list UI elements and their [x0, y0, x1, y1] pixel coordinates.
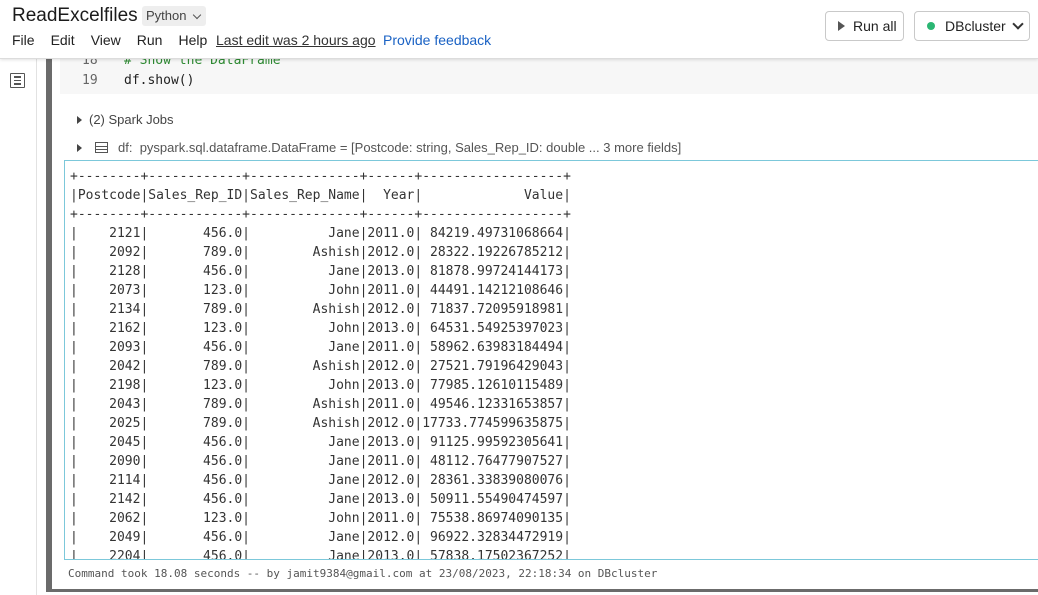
output-row: | 2090| 456.0| Jane|2011.0| 48112.764779… — [70, 454, 571, 469]
output-row: | 2092| 789.0| Ashish|2012.0| 28322.1922… — [70, 245, 571, 260]
cell-selection-bar — [46, 58, 52, 592]
provide-feedback-link[interactable]: Provide feedback — [383, 32, 491, 48]
menu-file[interactable]: File — [12, 32, 35, 48]
output-row: | 2062| 123.0| John|2011.0| 75538.869740… — [70, 511, 571, 526]
spark-jobs-toggle[interactable]: (2) Spark Jobs — [77, 112, 174, 127]
language-label: Python — [146, 8, 187, 23]
table-icon — [95, 142, 108, 153]
menu-edit[interactable]: Edit — [51, 32, 75, 48]
output-row: |Postcode|Sales_Rep_ID|Sales_Rep_Name| Y… — [70, 188, 571, 203]
df-type: pyspark.sql.dataframe.DataFrame = [Postc… — [139, 140, 682, 155]
df-variable: df: — [118, 140, 133, 155]
output-row: +--------+------------+--------------+--… — [70, 207, 571, 222]
line-number: 19 — [82, 73, 98, 88]
menu-help[interactable]: Help — [178, 32, 207, 48]
language-selector[interactable]: Python — [142, 6, 207, 26]
output-row: | 2134| 789.0| Ashish|2012.0| 71837.7209… — [70, 302, 571, 317]
output-row: | 2128| 456.0| Jane|2013.0| 81878.997241… — [70, 264, 571, 279]
menu-bar: File Edit View Run Help — [12, 32, 223, 48]
output-row: | 2025| 789.0| Ashish|2012.0|17733.77459… — [70, 416, 571, 431]
expand-arrow-icon — [77, 115, 82, 124]
command-status: Command took 18.08 seconds -- by jamit93… — [68, 567, 658, 580]
run-all-button[interactable]: Run all — [825, 11, 904, 41]
output-row: | 2121| 456.0| Jane|2011.0| 84219.497310… — [70, 226, 571, 241]
output-row: | 2049| 456.0| Jane|2012.0| 96922.328344… — [70, 530, 571, 545]
notebook-title[interactable]: ReadExcelfiles — [12, 5, 138, 27]
output-row: | 2043| 789.0| Ashish|2011.0| 49546.1233… — [70, 397, 571, 412]
cluster-status-dot — [927, 22, 935, 30]
notebook-header: ReadExcelfiles Python File Edit View Run… — [0, 0, 1038, 59]
output-row: | 2142| 456.0| Jane|2013.0| 50911.554904… — [70, 492, 571, 507]
run-all-label: Run all — [853, 18, 897, 34]
last-edit-link[interactable]: Last edit was 2 hours ago — [216, 32, 376, 48]
output-row: | 2204| 456.0| Jane|2013.0| 57838.175023… — [70, 549, 571, 560]
left-rail — [0, 58, 37, 595]
table-of-contents-icon[interactable] — [10, 73, 25, 88]
chevron-down-icon — [193, 10, 202, 19]
menu-run[interactable]: Run — [137, 32, 163, 48]
output-row: | 2114| 456.0| Jane|2012.0| 28361.338390… — [70, 473, 571, 488]
chevron-down-icon — [1012, 18, 1024, 30]
cell-bottom-border — [46, 589, 1038, 592]
expand-arrow-icon — [77, 143, 82, 152]
cell-output[interactable]: +--------+------------+--------------+--… — [64, 160, 1038, 560]
code-line-show: df.show() — [124, 73, 195, 88]
play-icon — [838, 21, 845, 31]
output-row: | 2198| 123.0| John|2013.0| 77985.126101… — [70, 378, 571, 393]
output-row: | 2093| 456.0| Jane|2011.0| 58962.639831… — [70, 340, 571, 355]
menu-view[interactable]: View — [91, 32, 121, 48]
cluster-selector[interactable]: DBcluster — [914, 11, 1030, 41]
output-row: | 2042| 789.0| Ashish|2012.0| 27521.7919… — [70, 359, 571, 374]
output-row: | 2045| 456.0| Jane|2013.0| 91125.995923… — [70, 435, 571, 450]
output-row: | 2162| 123.0| John|2013.0| 64531.549253… — [70, 321, 571, 336]
spark-jobs-label: (2) Spark Jobs — [89, 112, 174, 127]
output-row: | 2073| 123.0| John|2011.0| 44491.142121… — [70, 283, 571, 298]
output-row: +--------+------------+--------------+--… — [70, 169, 571, 184]
dataframe-schema-toggle[interactable]: df: pyspark.sql.dataframe.DataFrame = [P… — [77, 140, 681, 155]
cluster-label: DBcluster — [945, 18, 1006, 34]
show-output-text: +--------+------------+--------------+--… — [70, 167, 571, 560]
